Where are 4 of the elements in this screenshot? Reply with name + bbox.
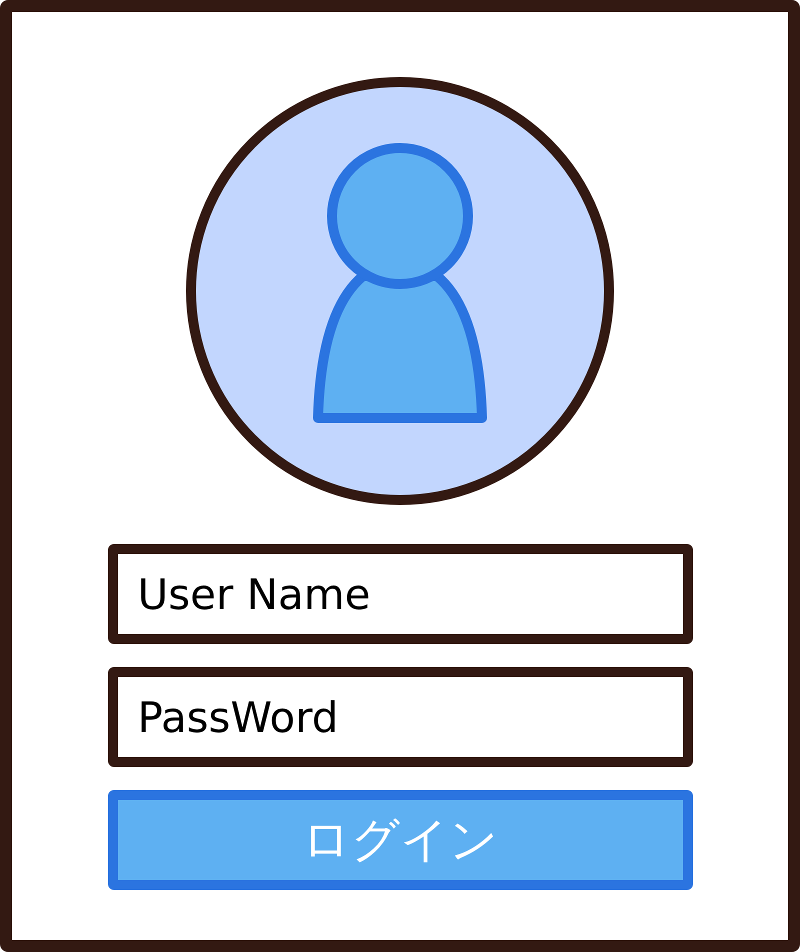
input-field[interactable]: User Name <box>108 544 692 644</box>
input-field[interactable]: PassWord <box>108 667 692 767</box>
avatar-icon <box>185 76 615 506</box>
login-button[interactable]: ログイン <box>108 790 692 890</box>
